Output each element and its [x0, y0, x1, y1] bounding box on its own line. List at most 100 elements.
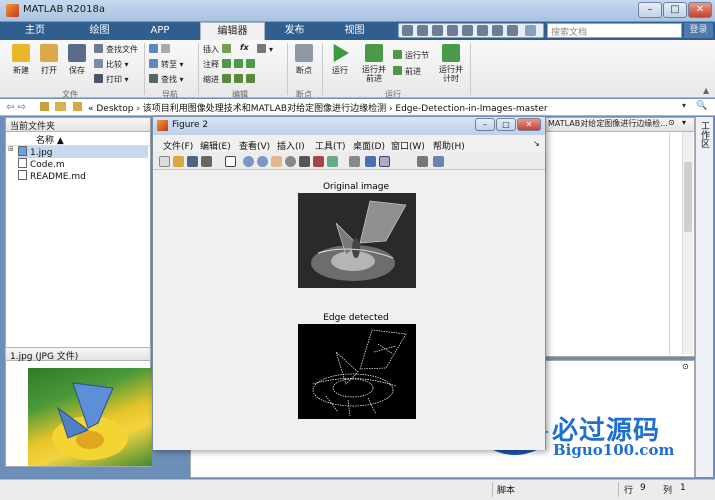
- col-value: 1: [680, 483, 686, 493]
- file-item-code[interactable]: Code.m: [18, 158, 65, 170]
- chevron-down-icon[interactable]: [525, 25, 536, 36]
- menu-desktop[interactable]: 桌面(D): [353, 139, 385, 152]
- pointer-icon[interactable]: [225, 156, 236, 167]
- file-item-jpg[interactable]: 1.jpg: [18, 146, 148, 158]
- panel-menu-icon[interactable]: ⊙: [668, 118, 675, 127]
- run-section-icon: [393, 50, 402, 59]
- paste-quick-icon[interactable]: [447, 25, 458, 36]
- login-button[interactable]: 登录: [684, 23, 713, 38]
- breakpoints-button[interactable]: 断点: [290, 44, 318, 76]
- editor-tab-title[interactable]: MATLAB对给定图像进行边缘检...: [548, 118, 668, 129]
- redo-quick-icon[interactable]: [477, 25, 488, 36]
- link-plot-icon[interactable]: [327, 156, 338, 167]
- menu-view[interactable]: 查看(V): [239, 139, 270, 152]
- comment-button[interactable]: 注释: [203, 59, 258, 70]
- name-column-header[interactable]: 名称 ▲: [6, 132, 150, 146]
- address-dropdown-icon[interactable]: ▾: [682, 101, 686, 110]
- menu-help[interactable]: 帮助(H): [433, 139, 465, 152]
- rotate-3d-icon[interactable]: [285, 156, 296, 167]
- tab-publish[interactable]: 发布: [272, 22, 317, 40]
- run-time-button[interactable]: 运行并 计时: [436, 44, 466, 83]
- workspace-collapsed-strip[interactable]: 工作区: [695, 117, 713, 477]
- data-cursor-icon[interactable]: [299, 156, 310, 167]
- tab-home[interactable]: 主页: [10, 22, 60, 40]
- open-button[interactable]: 打开: [36, 44, 62, 76]
- open-file-icon[interactable]: [173, 156, 184, 167]
- find-files-button[interactable]: 查找文件: [94, 44, 138, 55]
- tab-plots[interactable]: 绘图: [72, 22, 127, 40]
- minimize-button[interactable]: –: [638, 2, 662, 18]
- figure-window[interactable]: Figure 2 – □ ✕ 文件(F) 编辑(E) 查看(V) 插入(I) 工…: [152, 116, 546, 450]
- expand-icon[interactable]: ⊞: [8, 145, 14, 153]
- compare-button[interactable]: 比较 ▾: [94, 59, 129, 70]
- close-button[interactable]: ✕: [688, 2, 712, 18]
- new-figure-icon[interactable]: [159, 156, 170, 167]
- pan-hand-icon[interactable]: [271, 156, 282, 167]
- run-section-button[interactable]: 运行节: [393, 50, 429, 61]
- file-item-readme[interactable]: README.md: [18, 170, 86, 182]
- save-figure-icon[interactable]: [187, 156, 198, 167]
- menu-edit[interactable]: 编辑(E): [200, 139, 231, 152]
- current-path[interactable]: « Desktop › 该项目利用图像处理技术和MATLAB对给定图像进行边缘检…: [88, 101, 548, 114]
- editor-scrollbar[interactable]: [682, 132, 693, 354]
- collapse-ribbon-icon[interactable]: ▲: [703, 86, 709, 95]
- copy-quick-icon[interactable]: [432, 25, 443, 36]
- run-button[interactable]: 运行: [326, 44, 354, 76]
- back-forward-buttons[interactable]: [149, 44, 173, 54]
- figure-minimize-button[interactable]: –: [475, 118, 495, 131]
- undo-quick-icon[interactable]: [462, 25, 473, 36]
- help-quick-icon[interactable]: [507, 25, 518, 36]
- tab-view[interactable]: 视图: [332, 22, 377, 40]
- indent-button[interactable]: 缩进: [203, 74, 258, 85]
- browse-folder-icon[interactable]: [55, 102, 66, 111]
- hide-plot-tools-icon[interactable]: [417, 156, 428, 167]
- tab-editor[interactable]: 编辑器: [200, 22, 265, 40]
- divider: [198, 43, 199, 95]
- figure-maximize-button[interactable]: □: [496, 118, 516, 131]
- zoom-out-icon[interactable]: [257, 156, 268, 167]
- status-bar: [0, 479, 715, 500]
- panel-expand-icon[interactable]: ▾: [682, 118, 686, 127]
- brush-icon[interactable]: [313, 156, 324, 167]
- scrollbar-thumb[interactable]: [684, 162, 692, 232]
- up-folder-icon[interactable]: [40, 102, 49, 111]
- run-advance-button[interactable]: 运行并 前进: [359, 44, 389, 83]
- print-button[interactable]: 打印 ▾: [94, 74, 129, 85]
- search-icon[interactable]: 🔍: [696, 101, 707, 111]
- goto-button[interactable]: 转至 ▾: [149, 59, 184, 70]
- menu-tools[interactable]: 工具(T): [315, 139, 346, 152]
- plot-tools-icon[interactable]: [379, 156, 390, 167]
- divider: [470, 43, 471, 95]
- menu-window[interactable]: 窗口(W): [391, 139, 425, 152]
- fx-button[interactable]: fx: [240, 43, 249, 52]
- tab-apps[interactable]: APP: [135, 22, 185, 40]
- menu-dock-icon[interactable]: ↘: [533, 139, 540, 148]
- find-button[interactable]: 查找 ▾: [149, 74, 184, 85]
- show-plot-tools-icon[interactable]: [433, 156, 444, 167]
- insert-button[interactable]: 插入: [203, 44, 234, 55]
- insert-legend-icon[interactable]: [365, 156, 376, 167]
- maximize-button[interactable]: □: [663, 2, 687, 18]
- new-icon: [12, 44, 30, 62]
- run-time-icon: [442, 44, 460, 62]
- zoom-in-icon[interactable]: [243, 156, 254, 167]
- original-image[interactable]: [298, 193, 416, 288]
- edit-options-icons[interactable]: ▾: [257, 44, 273, 54]
- print-figure-icon[interactable]: [201, 156, 212, 167]
- menu-insert[interactable]: 插入(I): [277, 139, 305, 152]
- cut-quick-icon[interactable]: [417, 25, 428, 36]
- matlab-logo-icon: [6, 4, 19, 17]
- edge-image[interactable]: [298, 324, 416, 419]
- insert-colorbar-icon[interactable]: [349, 156, 360, 167]
- save-button[interactable]: 保存: [64, 44, 90, 76]
- advance-button[interactable]: 前进: [393, 66, 421, 77]
- figure-close-button[interactable]: ✕: [517, 118, 541, 131]
- save-quick-icon[interactable]: [402, 25, 413, 36]
- smart-indent-icon: [221, 74, 231, 83]
- new-button[interactable]: 新建: [8, 44, 34, 76]
- switch-windows-icon[interactable]: [492, 25, 503, 36]
- menu-file[interactable]: 文件(F): [163, 139, 193, 152]
- search-input[interactable]: 搜索文档: [547, 23, 682, 38]
- nav-arrow-icons[interactable]: ⇦ ⇨: [6, 102, 26, 113]
- command-window-menu-icon[interactable]: ⊙: [682, 362, 689, 371]
